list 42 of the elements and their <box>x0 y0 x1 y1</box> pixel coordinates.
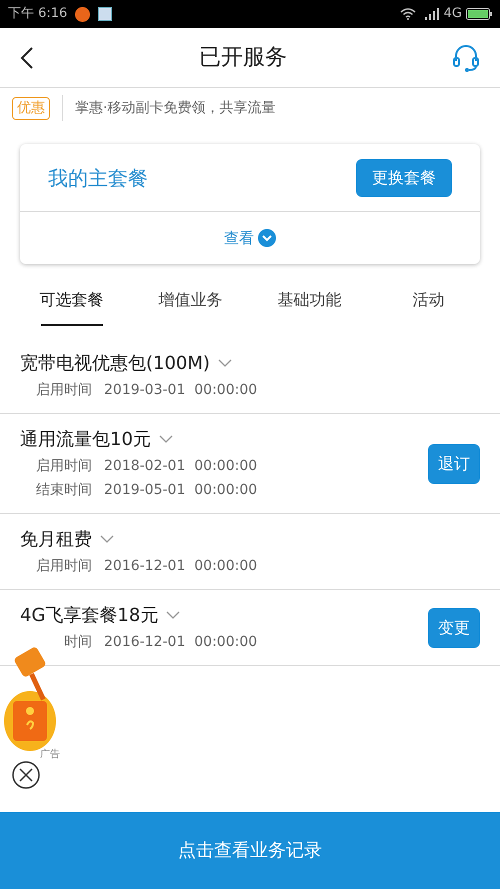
chevron-icon <box>166 611 180 620</box>
date-value: 2016-12-01 00:00:00 <box>104 557 258 576</box>
chevron-icon <box>218 359 232 368</box>
tab[interactable]: 活动 <box>369 284 488 326</box>
date-value: 2018-02-01 00:00:00 <box>104 457 258 476</box>
chevron-icon <box>100 535 114 544</box>
back-icon[interactable] <box>20 46 34 70</box>
wifi-icon <box>400 8 416 20</box>
date-value: 2016-12-01 00:00:00 <box>104 633 258 652</box>
network-type: 4G <box>444 5 462 24</box>
app-icon <box>75 6 90 22</box>
action-button[interactable]: 变更 <box>428 608 480 648</box>
app-icon <box>98 7 112 21</box>
tab[interactable]: 可选套餐 <box>12 284 131 326</box>
close-icon[interactable] <box>12 761 40 789</box>
records-button[interactable]: 点击查看业务记录 <box>0 812 500 889</box>
promo-text[interactable]: 掌惠·移动副卡免费领，共享流量 <box>75 98 276 118</box>
date-value: 2019-03-01 00:00:00 <box>104 381 258 400</box>
date-label: 时间 <box>63 633 92 652</box>
date-label: 启用时间 <box>35 557 92 576</box>
action-button[interactable]: 退订 <box>428 444 480 484</box>
view-toggle[interactable]: 查看 <box>224 226 276 250</box>
date-label: 结束时间 <box>35 481 92 500</box>
service-name: 免月租费 <box>20 528 92 552</box>
battery-icon <box>466 8 492 20</box>
chevron-icon <box>158 435 173 444</box>
tab[interactable]: 基础功能 <box>250 284 369 326</box>
service-name: 通用流量包10元 <box>20 428 151 452</box>
status-time: 下午 6:16 <box>8 5 68 24</box>
main-plan-title: 我的主套餐 <box>48 164 148 192</box>
signal-icon <box>424 8 440 20</box>
service-name: 宽带电视优惠包(100M) <box>20 352 210 376</box>
service-name: 4G飞享套餐18元 <box>20 604 158 628</box>
date-label: 启用时间 <box>35 457 92 476</box>
promo-tag: 优惠 <box>12 96 50 120</box>
date-label: 启用时间 <box>35 381 92 400</box>
page-title: 已开服务 <box>198 44 288 72</box>
ad-label: 广告 <box>40 748 60 762</box>
date-value: 2019-05-01 00:00:00 <box>104 481 258 500</box>
tab[interactable]: 增值业务 <box>131 284 250 326</box>
headset-icon[interactable] <box>452 42 480 72</box>
change-plan-button[interactable]: 更换套餐 <box>356 158 452 196</box>
